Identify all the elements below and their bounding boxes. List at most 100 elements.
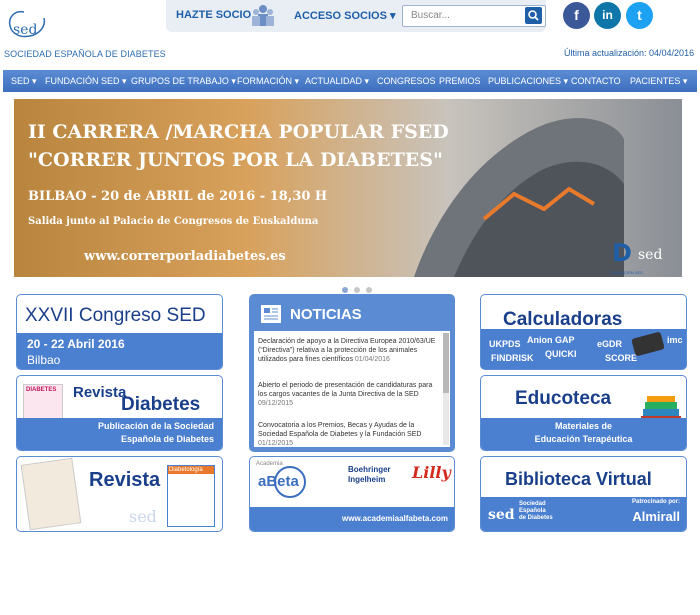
noticias-box: NOTICIAS Declaración de apoyo a la Direc… <box>249 294 455 452</box>
nav-actualidad[interactable]: ACTUALIDAD ▾ <box>305 76 369 87</box>
academia-box[interactable]: Academia aBeta Boehringer Ingelheim Lill… <box>249 456 455 532</box>
revista-book-image <box>20 457 82 531</box>
carousel-dot[interactable] <box>354 287 360 293</box>
svg-text:sed: sed <box>13 22 37 38</box>
last-updated: Última actualización: 04/04/2016 <box>564 48 695 58</box>
educoteca-box[interactable]: Educoteca Materiales de Educación Terapé… <box>480 375 687 451</box>
chevron-down-icon: ▾ <box>389 10 396 22</box>
hazte-socio-link[interactable]: HAZTE SOCIO <box>176 9 251 21</box>
almirall-logo: Almirall <box>632 509 680 524</box>
congreso-city: Bilbao <box>27 353 61 367</box>
calculator-phone-icon <box>631 332 665 356</box>
news-item-date: 01/04/2016 <box>354 356 390 363</box>
revista-sub1: Publicación de la Sociedad <box>97 421 214 431</box>
educoteca-title: Educoteca <box>515 388 612 409</box>
sed-logo[interactable]: sed <box>4 8 50 46</box>
sed-watermark-icon: sed <box>129 507 157 526</box>
calc-tag[interactable]: QUICKI <box>545 349 577 359</box>
hero-banner[interactable]: II CARRERA /MARCHA POPULAR FSED "CORRER … <box>14 99 682 277</box>
educoteca-sub1: Materiales de <box>554 421 613 431</box>
revista-diabetes-box[interactable]: DIABETES Revista Diabetes Publicación de… <box>16 375 223 451</box>
main-nav: SED ▾ FUNDACIÓN SED ▾ GRUPOS DE TRABAJO … <box>3 70 697 92</box>
congreso-title: XXVII Congreso SED <box>25 305 206 326</box>
svg-text:sed: sed <box>129 507 157 526</box>
biblioteca-band: sed Sociedad Española de Diabetes Patroc… <box>481 497 686 531</box>
banner-url[interactable]: www.correrporladiabetes.es <box>84 249 286 264</box>
revista-word2: Diabetes <box>121 394 201 415</box>
search-placeholder: Buscar... <box>411 10 450 21</box>
calc-tag[interactable]: FINDRISK <box>491 353 534 363</box>
acceso-socios-label: ACCESO SOCIOS <box>294 10 387 22</box>
educoteca-band: Materiales de Educación Terapéutica <box>481 418 686 450</box>
academia-band: www.academiaalfabeta.com <box>250 507 454 531</box>
revista-word1: Revista <box>73 384 127 401</box>
fundacion-sed-logo: Dsed FUNDACIÓN SED <box>610 239 672 275</box>
nav-congresos[interactable]: CONGRESOS <box>377 76 436 86</box>
sed-logo-small: sed <box>488 507 515 523</box>
search-button[interactable] <box>525 7 542 24</box>
news-item[interactable]: Declaración de apoyo a la Directiva Euro… <box>258 337 440 364</box>
lilly-logo: Lilly <box>412 463 451 482</box>
abeta-text: aBeta <box>258 473 299 490</box>
educoteca-sub2: Educación Terapéutica <box>534 434 633 444</box>
biblioteca-box[interactable]: Biblioteca Virtual sed Sociedad Española… <box>480 456 687 532</box>
svg-text:sed: sed <box>638 247 662 263</box>
news-item[interactable]: Convocatoria a los Premios, Becas y Ayud… <box>258 421 440 447</box>
congreso-box[interactable]: XXVII Congreso SED 20 - 22 Abril 2016 Bi… <box>16 294 223 370</box>
nav-pacientes[interactable]: PACIENTES ▾ <box>630 76 687 87</box>
carousel-dot[interactable] <box>342 287 348 293</box>
scrollbar-thumb[interactable] <box>443 333 449 393</box>
calc-tag[interactable]: imc <box>667 335 683 345</box>
banner-line1: II CARRERA /MARCHA POPULAR FSED <box>28 121 449 143</box>
nav-grupos[interactable]: GRUPOS DE TRABAJO ▾ <box>131 76 236 87</box>
fundacion-sed-text: FUNDACIÓN SED <box>610 270 644 275</box>
revista-box[interactable]: Revista Diabetología sed <box>16 456 223 532</box>
calc-tag[interactable]: eGDR <box>597 339 622 349</box>
linkedin-icon[interactable]: in <box>594 2 621 29</box>
boehringer-text: Boehringer Ingelheim <box>348 465 391 484</box>
banner-line3: BILBAO - 20 de ABRIL de 2016 - 18,30 H <box>28 189 328 204</box>
search-icon <box>528 10 539 21</box>
acceso-socios-link[interactable]: ACCESO SOCIOS ▾ <box>294 9 396 22</box>
logo-text: SOCIEDAD ESPAÑOLA DE DIABETES <box>4 49 166 59</box>
calc-tag[interactable]: UKPDS <box>489 339 521 349</box>
revista-diabetes-band: Publicación de la Sociedad Española de D… <box>17 418 222 450</box>
members-icon <box>252 5 274 26</box>
nav-publicaciones[interactable]: PUBLICACIONES ▾ <box>488 76 568 87</box>
news-item-date: 09/12/2015 <box>258 400 294 407</box>
revista-cover-title: DIABETES <box>26 387 57 393</box>
twitter-icon[interactable]: t <box>626 2 653 29</box>
nav-contacto[interactable]: CONTACTO <box>571 76 621 86</box>
news-item-text: Declaración de apoyo a la Directiva Euro… <box>258 338 436 363</box>
svg-text:D: D <box>612 239 632 265</box>
revista-title: Revista <box>89 469 161 491</box>
org-line2: Española <box>519 508 546 514</box>
calculadoras-box[interactable]: Calculadoras UKPDS Anion GAP QUICKI eGDR… <box>480 294 687 370</box>
calc-tag[interactable]: Anion GAP <box>527 335 575 345</box>
diabetologia-label: Diabetología <box>168 466 214 474</box>
banner-line4: Salida junto al Palacio de Congresos de … <box>28 216 319 227</box>
noticias-list[interactable]: Declaración de apoyo a la Directiva Euro… <box>254 331 450 447</box>
revista-sub2: Española de Diabetes <box>120 434 214 444</box>
news-item-text: Abierto el periodo de presentación de ca… <box>258 382 433 398</box>
congreso-dates: 20 - 22 Abril 2016 <box>27 337 125 351</box>
org-line1: Sociedad <box>519 501 546 507</box>
academia-url[interactable]: www.academiaalfabeta.com <box>342 514 448 523</box>
nav-fundacion[interactable]: FUNDACIÓN SED ▾ <box>45 76 127 87</box>
noticias-title: NOTICIAS <box>290 306 362 323</box>
congreso-band: 20 - 22 Abril 2016 Bilbao <box>17 333 222 369</box>
org-line3: de Diabetes <box>519 515 553 521</box>
carousel-dot[interactable] <box>366 287 372 293</box>
newspaper-icon <box>261 305 281 323</box>
nav-sed[interactable]: SED ▾ <box>11 76 37 87</box>
news-item[interactable]: Abierto el periodo de presentación de ca… <box>258 381 440 408</box>
patrocinado-label: Patrocinado por: <box>631 499 680 505</box>
news-item-date: 01/12/2015 <box>258 440 294 447</box>
calculadoras-title: Calculadoras <box>503 309 623 330</box>
noticias-scrollbar[interactable] <box>443 333 449 445</box>
nav-formacion[interactable]: FORMACIÓN ▾ <box>237 76 299 87</box>
nav-premios[interactable]: PREMIOS <box>439 76 481 86</box>
facebook-icon[interactable]: f <box>563 2 590 29</box>
biblioteca-title: Biblioteca Virtual <box>505 469 652 489</box>
biblioteca-org: Sociedad Española de Diabetes <box>519 501 553 522</box>
